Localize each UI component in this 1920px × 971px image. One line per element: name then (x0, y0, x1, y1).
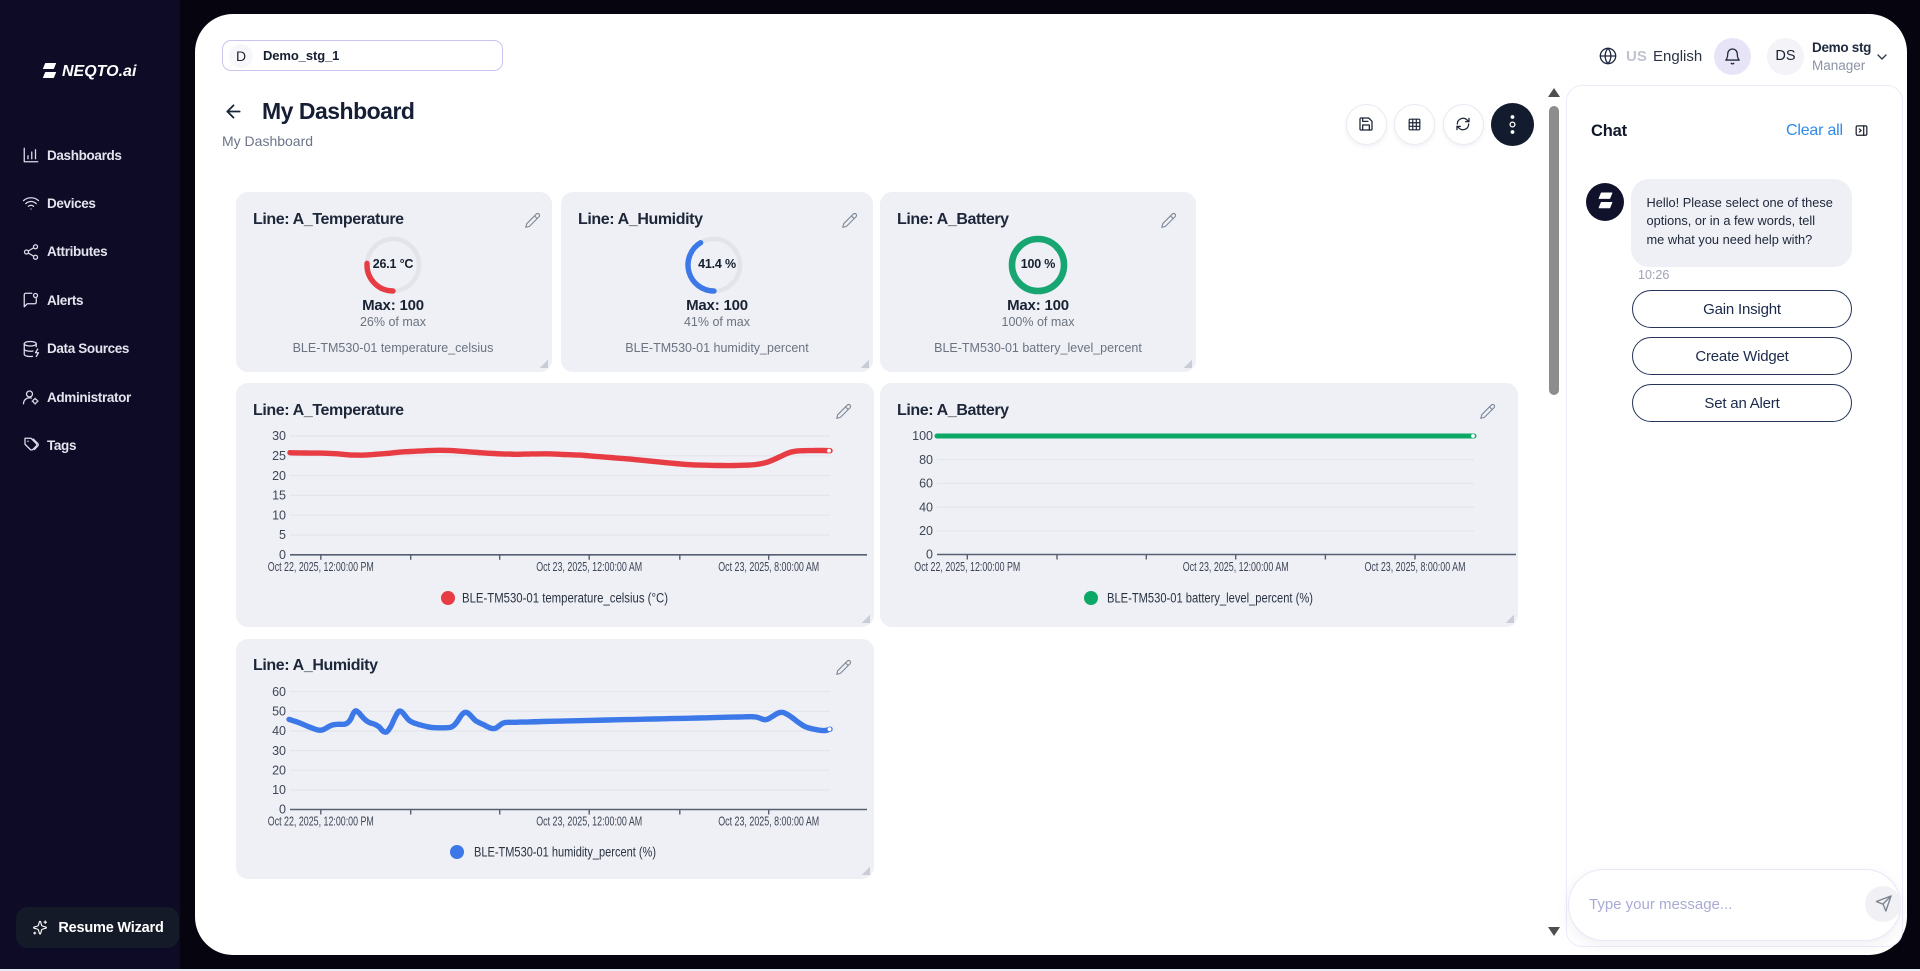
svg-text:50: 50 (272, 705, 286, 719)
svg-text:20: 20 (919, 524, 933, 538)
svg-text:BLE-TM530-01 battery_level_per: BLE-TM530-01 battery_level_percent (%) (1107, 591, 1313, 606)
svg-text:Oct 23, 2025, 12:00:00 AM: Oct 23, 2025, 12:00:00 AM (536, 560, 642, 574)
svg-text:Oct 23, 2025, 12:00:00 AM: Oct 23, 2025, 12:00:00 AM (536, 815, 642, 829)
svg-text:Oct 23, 2025, 8:00:00 AM: Oct 23, 2025, 8:00:00 AM (718, 560, 819, 574)
svg-text:BLE-TM530-01 temperature_celsi: BLE-TM530-01 temperature_celsius (°C) (462, 591, 668, 606)
svg-text:Oct 23, 2025, 8:00:00 AM: Oct 23, 2025, 8:00:00 AM (1365, 560, 1466, 574)
svg-text:30: 30 (272, 429, 286, 443)
svg-text:10: 10 (272, 508, 286, 522)
svg-text:60: 60 (272, 685, 286, 699)
svg-text:20: 20 (272, 763, 286, 777)
svg-text:5: 5 (279, 528, 286, 542)
svg-text:40: 40 (919, 500, 933, 514)
svg-text:Oct 22, 2025, 12:00:00 PM: Oct 22, 2025, 12:00:00 PM (268, 815, 374, 829)
svg-text:60: 60 (919, 477, 933, 491)
svg-text:40: 40 (272, 724, 286, 738)
svg-text:Oct 22, 2025, 12:00:00 PM: Oct 22, 2025, 12:00:00 PM (268, 560, 374, 574)
svg-text:Oct 22, 2025, 12:00:00 PM: Oct 22, 2025, 12:00:00 PM (914, 560, 1020, 574)
svg-text:20: 20 (272, 469, 286, 483)
svg-text:100: 100 (912, 429, 933, 443)
svg-text:10: 10 (272, 783, 286, 797)
svg-text:Oct 23, 2025, 8:00:00 AM: Oct 23, 2025, 8:00:00 AM (718, 815, 819, 829)
svg-text:30: 30 (272, 744, 286, 758)
svg-text:Oct 23, 2025, 12:00:00 AM: Oct 23, 2025, 12:00:00 AM (1183, 560, 1289, 574)
svg-text:BLE-TM530-01 humidity_percent: BLE-TM530-01 humidity_percent (%) (474, 845, 656, 860)
svg-text:80: 80 (919, 453, 933, 467)
svg-text:15: 15 (272, 489, 286, 503)
svg-text:25: 25 (272, 449, 286, 463)
